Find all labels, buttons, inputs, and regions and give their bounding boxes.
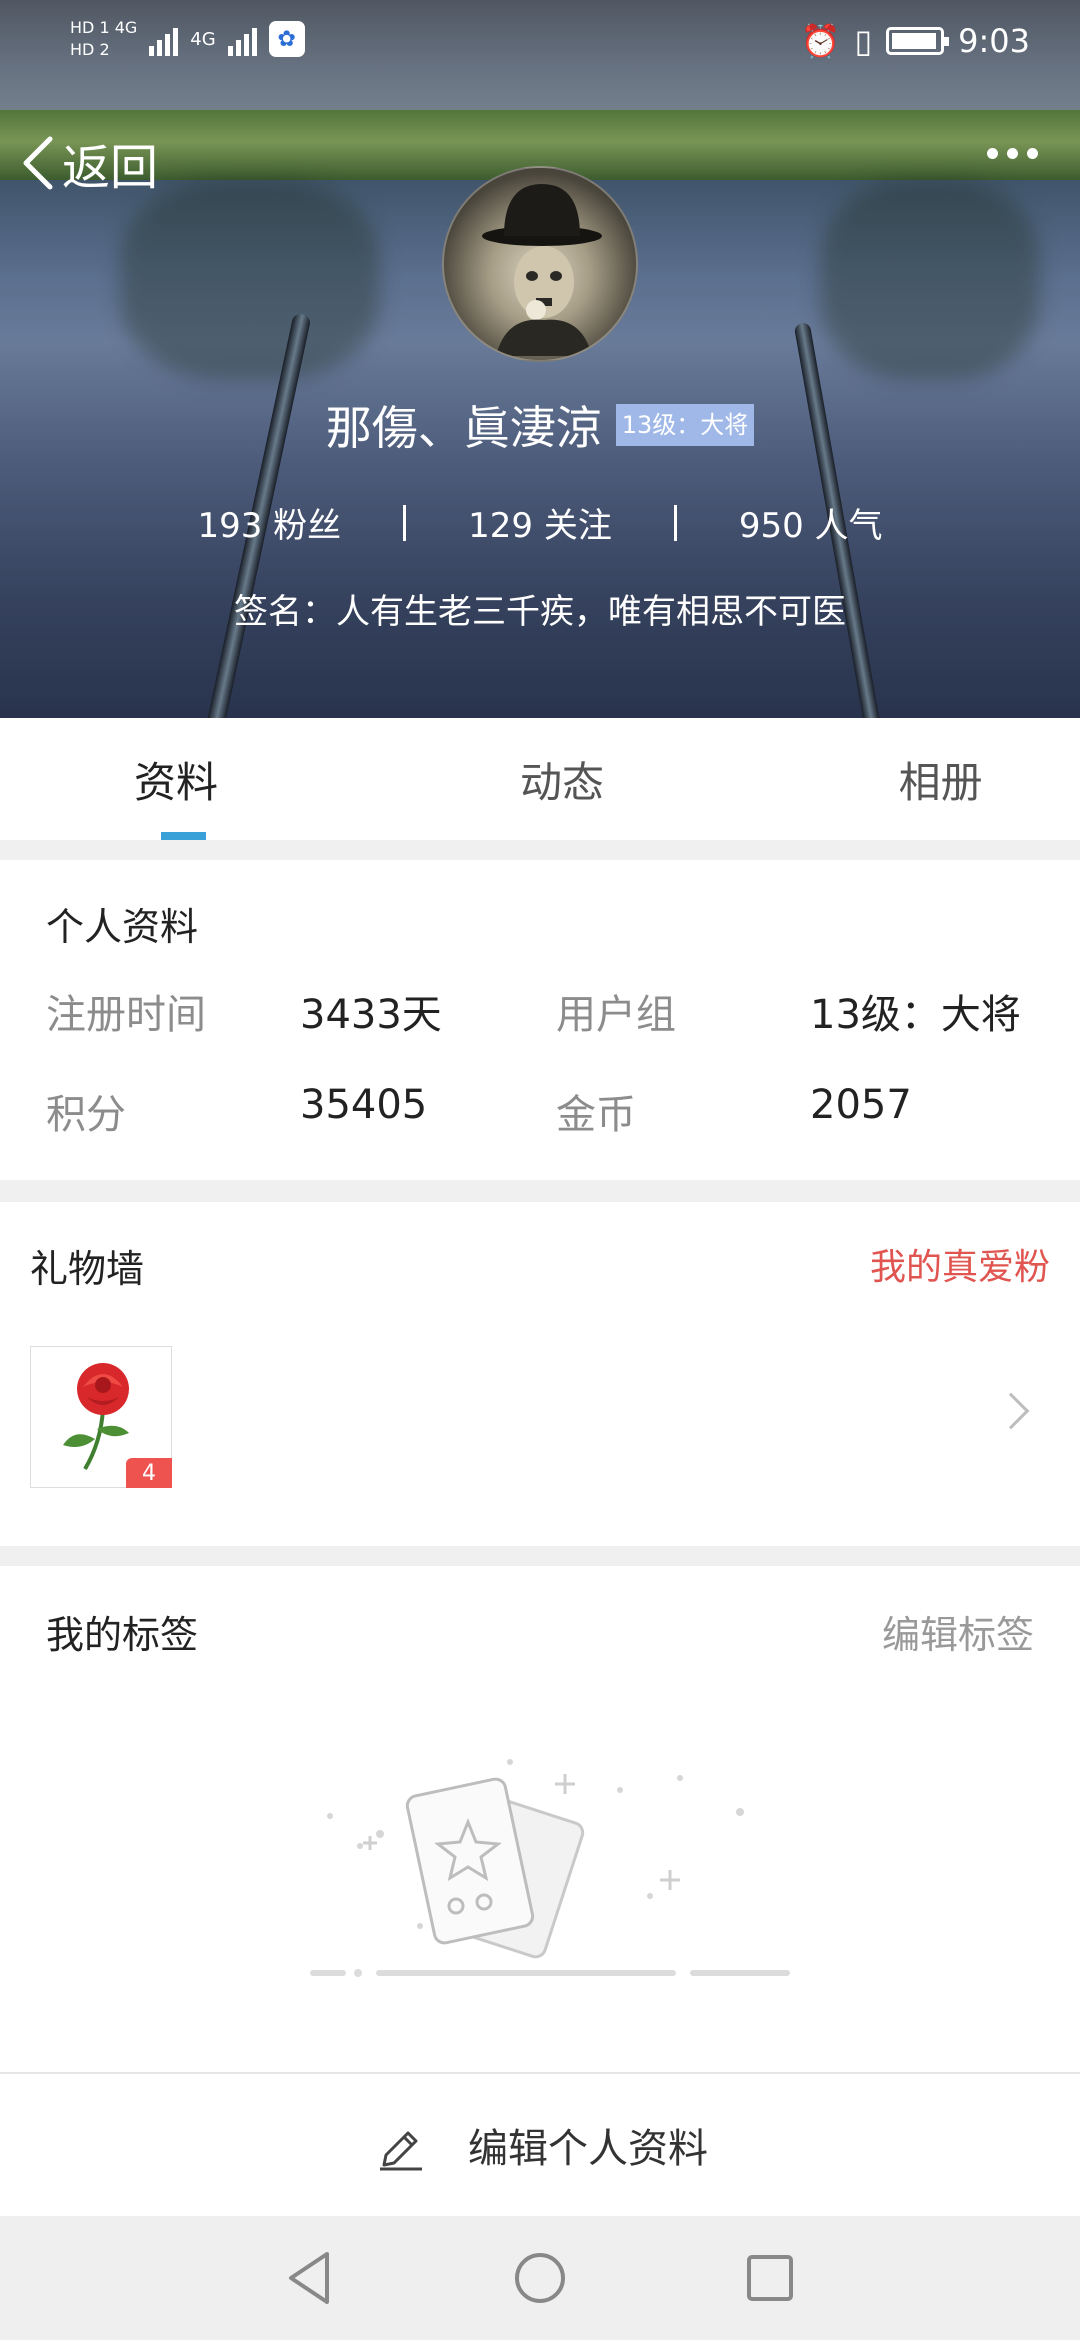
- edit-profile-button[interactable]: 编辑个人资料: [0, 2072, 1080, 2216]
- tab-label: 相册: [898, 757, 983, 807]
- sim1-label: HD 1 4G: [70, 18, 138, 37]
- username-row: 那傷、眞淒涼 13级：大将: [0, 392, 1080, 458]
- field-label-coins: 金币: [556, 1092, 636, 1138]
- signal-strength-icon: [149, 22, 179, 56]
- chevron-right-icon[interactable]: [992, 1392, 1030, 1430]
- field-value-registration-time: 3433天: [300, 992, 442, 1038]
- more-options-button[interactable]: [987, 148, 1038, 159]
- section-title: 我的标签: [46, 1613, 199, 1657]
- baidu-paw-icon: ✿: [268, 21, 305, 57]
- level-badge: 13级：大将: [615, 404, 755, 446]
- tab-activity[interactable]: 动态: [413, 718, 702, 840]
- dot: [1007, 148, 1018, 159]
- sim2-label: HD 2: [70, 40, 110, 59]
- my-tags-card: 我的标签 编辑标签: [0, 1566, 1080, 2086]
- triangle-back-icon: [289, 2252, 329, 2304]
- active-tab-indicator: [161, 832, 206, 840]
- signal-strength-icon: [227, 22, 257, 56]
- back-button[interactable]: 返回: [20, 128, 158, 198]
- tab-profile[interactable]: 资料: [0, 718, 413, 840]
- field-label-user-group: 用户组: [556, 992, 676, 1038]
- square-recents-icon: [747, 2255, 793, 2301]
- username: 那傷、眞淒涼: [325, 401, 602, 455]
- field-value-coins: 2057: [810, 1082, 912, 1128]
- personal-info-card: 个人资料 注册时间 3433天 用户组 13级：大将 积分 35405 金币 2…: [0, 860, 1080, 1180]
- status-bar-left: HD 1 4G HD 2 4G ✿: [70, 18, 305, 60]
- section-title: 礼物墙: [30, 1247, 145, 1291]
- vibrate-icon: ▯: [854, 22, 873, 60]
- sim-indicator: HD 1 4G HD 2: [70, 18, 137, 60]
- alarm-icon: ⏰: [800, 22, 841, 60]
- gift-item[interactable]: 4: [30, 1346, 172, 1488]
- user-signature: 签名：人有生老三千疾，唯有相思不可医: [234, 592, 846, 632]
- pencil-icon: [380, 2131, 422, 2171]
- edit-tags-link[interactable]: 编辑标签: [882, 1604, 1034, 1659]
- nav-recents-button[interactable]: [655, 2216, 885, 2340]
- nav-home-button[interactable]: [425, 2216, 655, 2340]
- gift-count-badge: 4: [126, 1458, 172, 1488]
- dot: [987, 148, 998, 159]
- gift-wall-card[interactable]: 礼物墙 我的真爱粉 4: [0, 1202, 1080, 1546]
- dot: [1027, 148, 1038, 159]
- clock-time: 9:03: [958, 22, 1030, 60]
- chevron-left-icon: [23, 136, 53, 190]
- field-value-points: 35405: [300, 1082, 428, 1128]
- profile-header: HD 1 4G HD 2 4G ✿ ⏰ ▯ 9:03 返回 那傷、眞淒涼 13级…: [0, 0, 1080, 718]
- popularity-count: 950 人气: [738, 506, 883, 546]
- avatar[interactable]: [442, 166, 638, 362]
- field-label-registration-time: 注册时间: [46, 992, 206, 1038]
- field-value-user-group: 13级：大将: [810, 992, 1021, 1038]
- system-navigation-bar: [0, 2216, 1080, 2340]
- profile-tabs: 资料 动态 相册: [0, 718, 1080, 840]
- tab-label: 资料: [134, 757, 219, 807]
- field-label-points: 积分: [46, 1092, 126, 1138]
- avatar-hat-shape: [482, 184, 602, 246]
- back-label: 返回: [62, 140, 159, 196]
- tab-label: 动态: [520, 757, 605, 807]
- section-title: 个人资料: [46, 905, 199, 949]
- user-stats: 193 粉丝 129 关注 950 人气: [0, 498, 1080, 547]
- fans-count[interactable]: 193 粉丝: [135, 498, 403, 547]
- status-bar-right: ⏰ ▯ 9:03: [801, 22, 1030, 60]
- empty-tags-illustration-icon: [310, 1759, 790, 1977]
- tab-album[interactable]: 相册: [701, 718, 1080, 840]
- status-bar: HD 1 4G HD 2 4G ✿ ⏰ ▯ 9:03: [0, 0, 1080, 90]
- battery-icon: [886, 27, 950, 55]
- avatar-face-shape: [496, 246, 592, 356]
- following-count[interactable]: 129 关注: [406, 498, 674, 547]
- network-type-label: 4G: [190, 28, 216, 50]
- edit-profile-label: 编辑个人资料: [468, 2126, 708, 2172]
- nav-back-button[interactable]: [195, 2216, 425, 2340]
- true-fans-link[interactable]: 我的真爱粉: [870, 1238, 1050, 1290]
- circle-home-icon: [515, 2253, 565, 2303]
